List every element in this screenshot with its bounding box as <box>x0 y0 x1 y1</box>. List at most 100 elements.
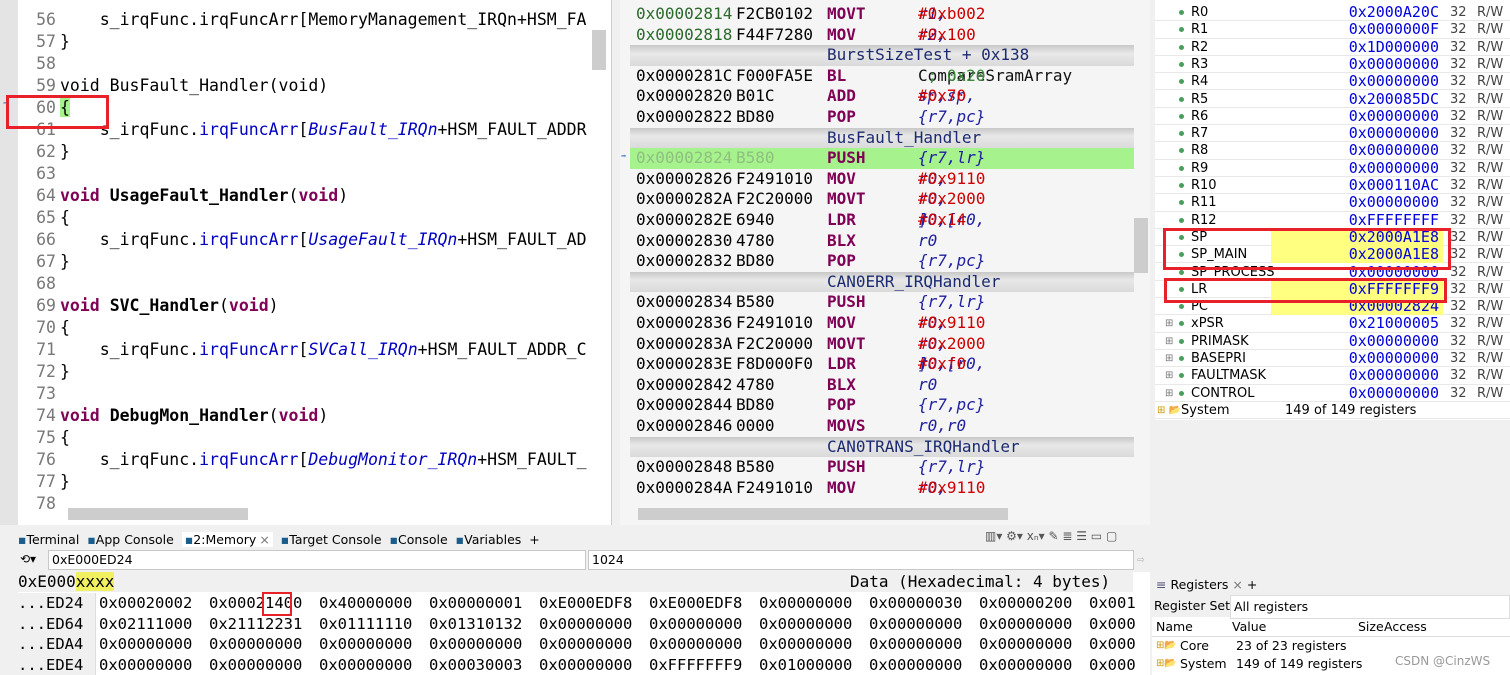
memory-cell[interactable]: 0x00000030 <box>866 593 976 614</box>
code-line[interactable]: 68 <box>20 273 60 295</box>
disassembly-row[interactable]: 0x0000282A F2C20000 MOVT r0, #0x2000 <box>630 189 1134 210</box>
register-row[interactable]: R11 0x00000000 32 R/W <box>1155 194 1510 212</box>
expand-icon[interactable]: ⊞ <box>1165 385 1173 402</box>
tab-variables[interactable]: ▪Variables <box>456 532 522 547</box>
memory-cell[interactable]: 0x00030003 <box>426 655 536 675</box>
register-value[interactable]: 0x00000000 <box>1271 107 1443 125</box>
code-line[interactable]: 75{ <box>20 427 70 449</box>
memory-cell[interactable]: 0x00000000 <box>756 614 866 635</box>
memory-cell[interactable]: 0x00000001 <box>426 593 536 614</box>
memory-cell[interactable]: 0x00000000 <box>976 655 1086 675</box>
editor-hscrollbar[interactable] <box>68 508 248 520</box>
memory-cell[interactable]: 0x000 <box>1086 655 1150 675</box>
register-row[interactable]: R10 0x000110AC 32 R/W <box>1155 177 1510 195</box>
memory-cell[interactable]: 0x00000000 <box>316 655 426 675</box>
add-tab-button[interactable]: + <box>1247 577 1257 592</box>
code-line[interactable]: 73 <box>20 383 60 405</box>
memory-cell[interactable]: 0x40000000 <box>316 593 426 614</box>
column-header[interactable]: Name <box>1156 617 1193 637</box>
history-dropdown[interactable]: ⟲▾ <box>20 552 36 566</box>
code-line[interactable]: 76 s_irqFunc.irqFuncArr[DebugMonitor_IRQ… <box>20 449 586 471</box>
register-group-system[interactable]: ⊞ 📂 System 149 of 149 registers <box>1155 402 1510 420</box>
add-tab-button[interactable]: + <box>529 532 539 547</box>
column-header[interactable]: Value <box>1232 617 1266 637</box>
disassembly-row[interactable]: 0x00002842 4780 BLX r0 <box>630 375 1134 396</box>
memory-cell[interactable]: 0xE000EDF8 <box>646 593 756 614</box>
tab-registers[interactable]: Registers <box>1170 577 1228 592</box>
disassembly-hscrollbar[interactable] <box>638 508 1008 520</box>
register-value[interactable]: 0x00000000 <box>1271 332 1443 350</box>
column-header[interactable]: Access <box>1384 617 1427 637</box>
close-icon[interactable]: × <box>1232 577 1242 592</box>
memory-cell[interactable]: 0x00021400 <box>206 593 316 614</box>
column-header[interactable]: Size <box>1358 617 1384 637</box>
register-value[interactable]: 0x00000000 <box>1271 384 1443 402</box>
memory-cell[interactable]: 0x001 <box>1086 593 1150 614</box>
source-editor[interactable]: 56 s_irqFunc.irqFuncArr[MemoryManagement… <box>0 0 612 525</box>
register-value[interactable]: 0x21000005 <box>1271 315 1443 332</box>
tab-console[interactable]: ▪Console <box>390 532 448 547</box>
memory-cell[interactable]: 0x21112231 <box>206 614 316 635</box>
registers-tree[interactable]: R0 0x2000A20C 32 R/W R1 0x0000000F 32 R/W R2 0x1D… <box>1155 0 1510 420</box>
memory-cell[interactable]: 0x01000000 <box>756 655 866 675</box>
register-value[interactable]: 0x00000000 <box>1271 142 1443 159</box>
register-row[interactable]: R8 0x00000000 32 R/W <box>1155 142 1510 160</box>
memory-cell[interactable]: 0x00000000 <box>96 634 206 655</box>
memory-row[interactable]: ...ED24 0x00020002 0x00021400 0x40000000 0x0… <box>18 593 1150 614</box>
memory-cell[interactable]: 0x00000000 <box>316 634 426 655</box>
memory-cell[interactable]: 0x01111110 <box>316 614 426 635</box>
tab-target-console[interactable]: ▪Target Console <box>281 532 382 547</box>
register-value[interactable]: 0x2000A20C <box>1271 4 1443 21</box>
register-row[interactable]: ⊞ BASEPRI 0x00000000 32 R/W <box>1155 350 1510 368</box>
register-value[interactable]: 0xFFFFFFFF <box>1271 211 1443 229</box>
symbol-label[interactable]: CAN0TRANS_IRQHandler <box>630 436 1134 458</box>
memory-cell[interactable]: 0x00000000 <box>536 634 646 655</box>
disassembly-row[interactable]: 0x00002814 F2CB0102 MOVT r1, #0xb002 <box>630 4 1134 25</box>
symbol-label[interactable]: CAN0ERR_IRQHandler <box>630 271 1134 293</box>
memory-cell[interactable]: 0x00000000 <box>646 634 756 655</box>
register-row[interactable]: R2 0x1D000000 32 R/W <box>1155 38 1510 56</box>
close-icon[interactable]: × <box>259 532 269 547</box>
tab-app-console[interactable]: ▪App Console <box>87 532 174 547</box>
register-row[interactable]: ⊞ xPSR 0x21000005 32 R/W <box>1155 315 1510 333</box>
disassembly-row[interactable]: 0x00002826 F2491010 MOV r0, #0x9110 <box>630 169 1134 190</box>
disassembly-row[interactable]: 0x0000282E 6940 LDR r0,[r0, #0x14] <box>630 210 1134 231</box>
code-line[interactable]: 59 void BusFault_Handler(void) <box>20 75 328 97</box>
register-row[interactable]: R12 0xFFFFFFFF 32 R/W <box>1155 211 1510 229</box>
register-value[interactable]: 0x200085DC <box>1271 90 1443 108</box>
register-row[interactable]: ⊞ PRIMASK 0x00000000 32 R/W <box>1155 332 1510 350</box>
disassembly-row[interactable]: 0x0000281C F000FA5E BL CompareSramArray ; 0… <box>630 66 1134 87</box>
register-row[interactable]: R1 0x0000000F 32 R/W <box>1155 21 1510 39</box>
register-row[interactable]: R7 0x00000000 32 R/W <box>1155 125 1510 143</box>
disassembly-row[interactable]: 0x0000283E F8D000F0 LDR r0,[r0, #0xf0] <box>630 354 1134 375</box>
expand-icon[interactable]: ⊞ <box>1165 333 1173 350</box>
code-line[interactable]: 71 s_irqFunc.irqFuncArr[SVCall_IRQn+HSM_… <box>20 339 586 361</box>
memory-cell[interactable]: 0x02111000 <box>96 614 206 635</box>
code-line[interactable]: 72} <box>20 361 70 383</box>
memory-cell[interactable]: 0x00000000 <box>976 614 1086 635</box>
memory-row[interactable]: ...EDA4 0x00000000 0x00000000 0x00000000 0x0… <box>18 634 1150 655</box>
register-row[interactable]: R3 0x00000000 32 R/W <box>1155 55 1510 74</box>
disassembly-view[interactable]: 0x00002814 F2CB0102 MOVT r1, #0xb002 0x000028… <box>620 0 1150 525</box>
memory-cell[interactable]: 0x00000000 <box>756 593 866 614</box>
code-line[interactable]: 74 void DebugMon_Handler(void) <box>20 405 328 427</box>
register-row[interactable]: R4 0x00000000 32 R/W <box>1155 73 1510 91</box>
memory-cell[interactable]: 0xE000EDF8 <box>536 593 646 614</box>
disassembly-row[interactable]: 0x00002846 0000 MOVS r0,r0 <box>630 416 1134 437</box>
tab-terminal[interactable]: ▪Terminal <box>18 532 79 547</box>
memory-toolbar-icons[interactable]: ▥▾ ⚙▾ xₙ▾ ✎ ≣ ☰ ▭ ▢ <box>985 529 1117 543</box>
code-line[interactable]: 66 s_irqFunc.irqFuncArr[UsageFault_IRQn+… <box>20 229 586 251</box>
disassembly-row[interactable]: 0x0000283A F2C20000 MOVT r0, #0x2000 <box>630 334 1134 355</box>
code-line[interactable]: 67} <box>20 251 70 273</box>
code-line[interactable]: 77} <box>20 471 70 493</box>
register-value[interactable]: 0x00000000 <box>1271 73 1443 90</box>
memory-cell[interactable]: 0x00000000 <box>536 614 646 635</box>
code-line[interactable]: 56 s_irqFunc.irqFuncArr[MemoryManagement… <box>20 9 586 31</box>
expand-icon[interactable]: ⊞ <box>1165 315 1173 332</box>
disassembly-row[interactable]: 0x00002820 B01C ADD sp,sp, #0x70 <box>630 86 1134 107</box>
register-value[interactable]: 0x000110AC <box>1271 177 1443 194</box>
symbol-label[interactable]: BusFault_Handler <box>630 127 1134 149</box>
memory-cell[interactable]: 0xFFFFFFF9 <box>646 655 756 675</box>
memory-table[interactable]: 0xE000xxxx Data (Hexadecimal: 4 bytes) ..… <box>18 572 1150 675</box>
memory-address-input[interactable]: 0xE000ED24 <box>48 550 586 570</box>
